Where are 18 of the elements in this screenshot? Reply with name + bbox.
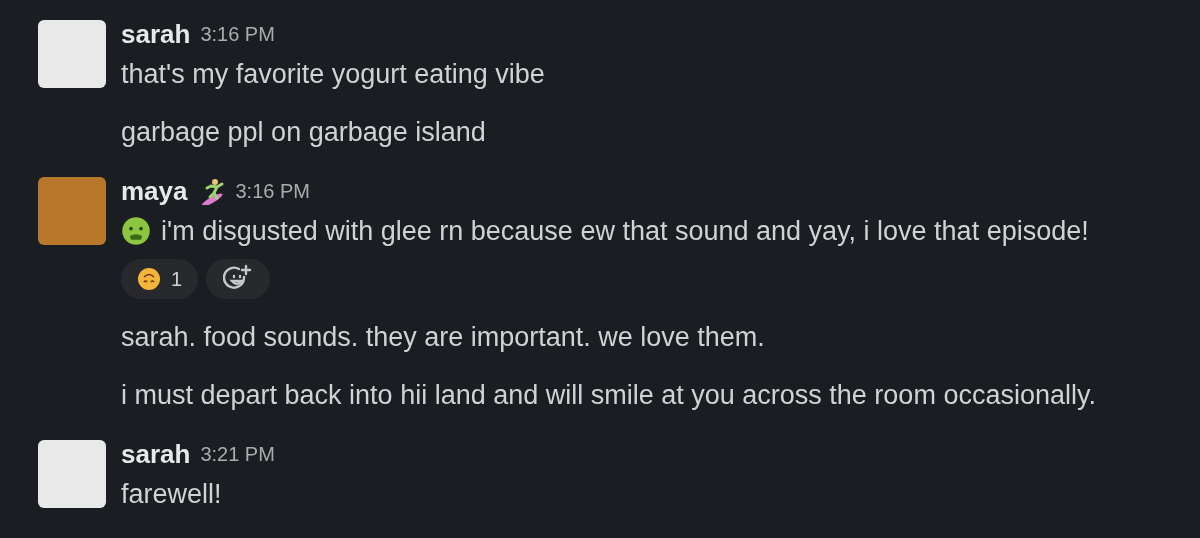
timestamp[interactable]: 3:16 PM: [235, 179, 310, 203]
author-name[interactable]: maya: [121, 175, 188, 207]
add-reaction-button[interactable]: [206, 259, 271, 299]
timestamp[interactable]: 3:21 PM: [200, 442, 275, 466]
message-text: farewell!: [121, 478, 222, 510]
message-text: that's my favorite yogurt eating vibe: [121, 58, 545, 90]
author-name[interactable]: sarah: [121, 438, 191, 470]
message-text: garbage ppl on garbage island: [121, 116, 486, 148]
message-text: sarah. food sounds. they are important. we love them.: [121, 321, 765, 353]
author-name[interactable]: sarah: [121, 18, 191, 50]
message-text: i'm disgusted with glee rn because ew that sound and yay, i love that episode!: [161, 215, 1089, 247]
avatar-image[interactable]: [38, 440, 106, 508]
avatar-image[interactable]: [38, 20, 106, 88]
reaction-button[interactable]: 1: [121, 259, 199, 299]
avatar-image[interactable]: [38, 177, 106, 245]
timestamp[interactable]: 3:16 PM: [200, 22, 275, 46]
upside-down-face-icon: [137, 267, 161, 291]
message-text: i must depart back into hii land and will smile at you across the room occasionally.: [121, 379, 1096, 411]
